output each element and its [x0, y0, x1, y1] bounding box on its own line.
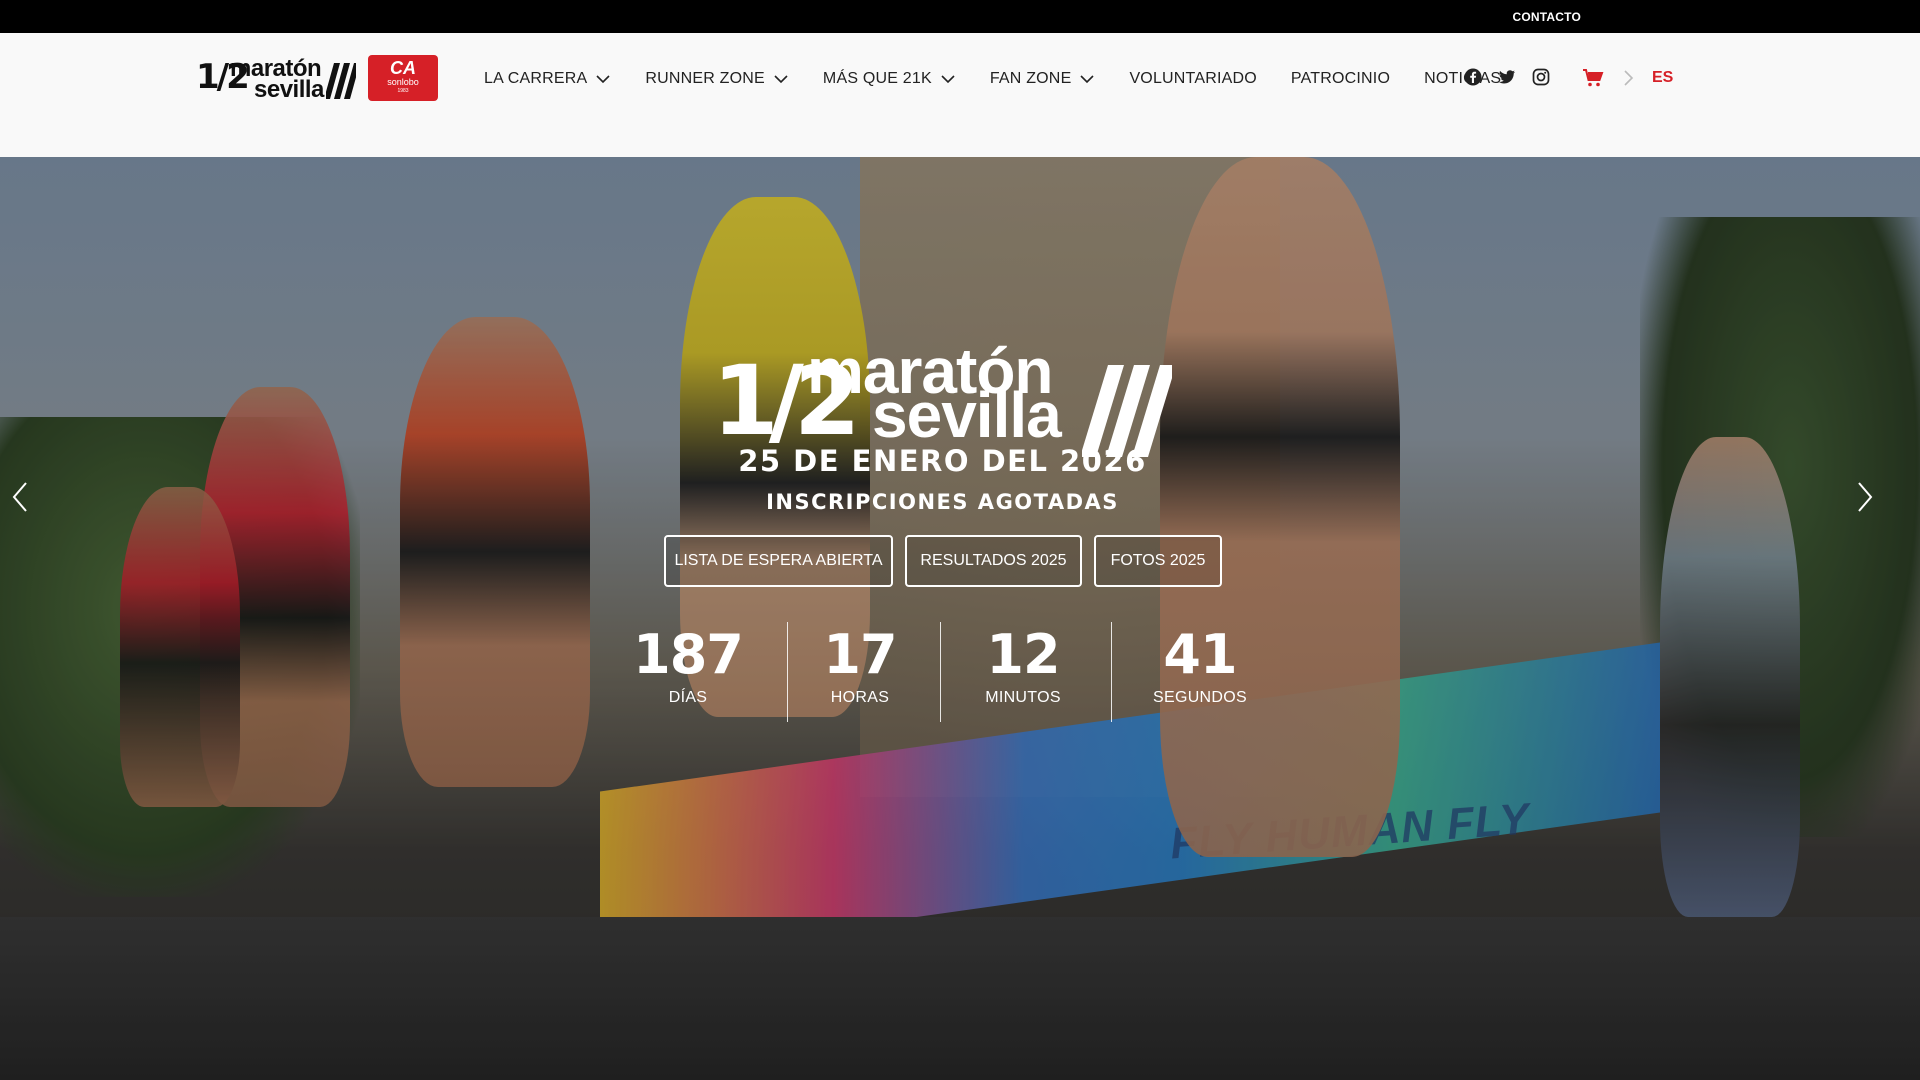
nav-item-noticias[interactable]: NOTICIAS	[1424, 70, 1501, 88]
countdown-seconds-value: 41	[1163, 623, 1237, 686]
partner-logo-line3: 1983	[397, 88, 409, 94]
countdown-hours: 17 HORAS	[800, 627, 920, 707]
photos-2025-button[interactable]: FOTOS 2025	[1094, 535, 1222, 587]
results-2025-button[interactable]: RESULTADOS 2025	[905, 535, 1082, 587]
chevron-down-icon	[774, 75, 788, 84]
chevron-down-icon	[941, 75, 955, 84]
race-date: 25 DE ENERO DEL 2026	[738, 444, 1147, 478]
countdown-hours-label: HORAS	[830, 689, 890, 706]
site-header: 1/2 maratón sevilla CA sonlobo 1983 LA C…	[0, 33, 1920, 157]
cart-icon[interactable]	[1582, 68, 1604, 88]
hero-logo: 1/2 maratón sevilla	[712, 339, 1172, 457]
nav-item-label: LA CARRERA	[484, 70, 588, 87]
chevron-down-icon	[1080, 75, 1095, 84]
countdown-hours-value: 17	[823, 623, 897, 686]
nav-item-label: FAN ZONE	[989, 70, 1072, 87]
facebook-icon[interactable]	[1464, 68, 1482, 86]
countdown-days-label: DÍAS	[668, 689, 708, 706]
language-selector[interactable]: ES	[1652, 69, 1673, 87]
hero-logo-line2: sevilla	[872, 379, 1062, 451]
nav-item-label: RUNNER ZONE	[645, 70, 765, 87]
chevron-left-icon[interactable]	[8, 477, 32, 517]
nav-item-la-carrera[interactable]: LA CARRERA	[484, 70, 611, 88]
nav-item-label: VOLUNTARIADO	[1129, 70, 1257, 87]
registration-status: INSCRIPCIONES AGOTADAS	[766, 490, 1119, 514]
nav-item-runner-zone[interactable]: RUNNER ZONE	[645, 70, 789, 88]
nav-item-label: NOTICIAS	[1424, 70, 1502, 87]
nav-item-fan-zone[interactable]: FAN ZONE	[990, 70, 1096, 88]
partner-logo-line2: sonlobo	[387, 77, 419, 87]
nav-item-patrocinio[interactable]: PATROCINIO	[1291, 70, 1390, 88]
countdown-days: 187 DÍAS	[628, 627, 748, 707]
chevron-right-icon	[1624, 70, 1634, 86]
countdown-minutes: 12 MINUTOS	[963, 627, 1083, 707]
countdown-days-value: 187	[633, 623, 744, 686]
waitlist-button[interactable]: LISTA DE ESPERA ABIERTA	[664, 535, 893, 587]
main-nav: LA CARRERA RUNNER ZONE MÁS QUE 21K FAN Z…	[484, 67, 1535, 91]
countdown-divider	[940, 622, 941, 722]
chevron-right-icon[interactable]	[1853, 477, 1877, 517]
nav-item-label: PATROCINIO	[1290, 70, 1391, 87]
instagram-icon[interactable]	[1532, 68, 1550, 86]
nav-item-voluntariado[interactable]: VOLUNTARIADO	[1129, 70, 1256, 88]
countdown-minutes-label: MINUTOS	[985, 689, 1061, 706]
hero-slider: FLY HUMAN FLY 1/2 maratón sevilla 25 DE …	[0, 157, 1920, 1080]
chevron-down-icon	[596, 75, 610, 84]
partner-logo-line1: CA	[390, 58, 416, 78]
countdown-minutes-value: 12	[986, 623, 1060, 686]
logo-line2: sevilla	[254, 76, 324, 103]
logo-slashes-icon	[326, 63, 356, 99]
contact-link[interactable]: CONTACTO	[1513, 10, 1582, 24]
countdown-divider	[1111, 622, 1112, 722]
nav-item-mas-que-21k[interactable]: MÁS QUE 21K	[823, 70, 956, 88]
partner-logo[interactable]: CA sonlobo 1983	[368, 55, 438, 101]
nav-item-label: MÁS QUE 21K	[822, 70, 932, 87]
countdown-divider	[787, 622, 788, 722]
countdown-seconds-label: SEGUNDOS	[1153, 689, 1247, 706]
top-bar: CONTACTO	[0, 0, 1920, 33]
twitter-icon[interactable]	[1498, 68, 1516, 86]
countdown-seconds: 41 SEGUNDOS	[1140, 627, 1260, 707]
site-logo[interactable]: 1/2 maratón sevilla	[196, 53, 358, 103]
hero-overlay	[0, 157, 1920, 1080]
